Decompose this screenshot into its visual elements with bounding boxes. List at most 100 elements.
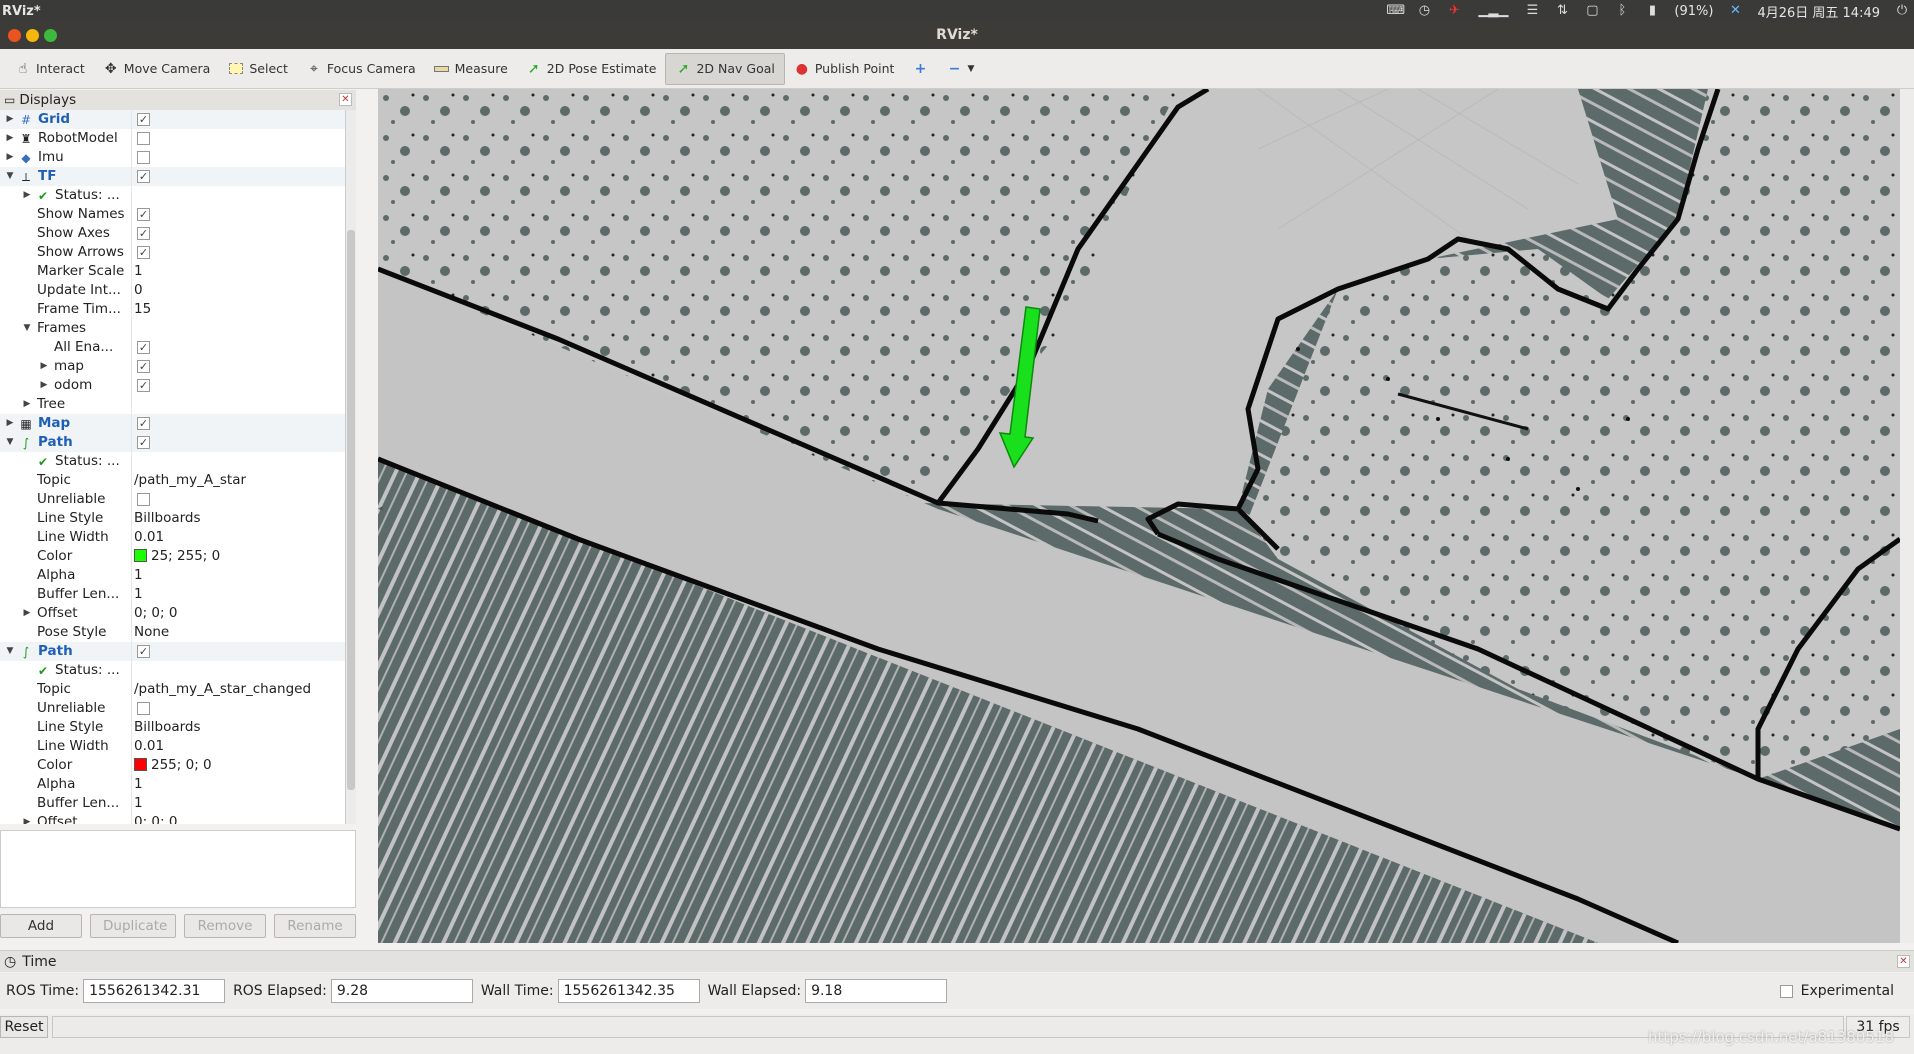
network-icon[interactable]: ⇅ — [1554, 4, 1570, 18]
remove-button[interactable]: Remove — [184, 914, 266, 938]
display-row[interactable]: ▼ ∫ Path ✓ — [0, 433, 345, 452]
duplicate-button[interactable]: Duplicate — [90, 914, 176, 938]
display-row[interactable]: Line Width 0.01 — [0, 528, 345, 547]
display-row[interactable]: ▶ ✔ Status: ... — [0, 186, 345, 205]
display-row[interactable]: Marker Scale 1 — [0, 262, 345, 281]
display-row[interactable]: Pose Style None — [0, 623, 345, 642]
battery-icon[interactable]: ▮ — [1644, 4, 1660, 18]
expand-right-icon[interactable]: ▶ — [21, 604, 33, 623]
tool-publish-point[interactable]: ● Publish Point — [785, 53, 904, 85]
enable-checkbox[interactable]: ✓ — [137, 227, 150, 240]
property-value[interactable]: 25; 255; 0 — [134, 547, 220, 566]
tool-select[interactable]: Select — [219, 53, 297, 85]
display-row[interactable]: Unreliable — [0, 490, 345, 509]
add-button[interactable]: Add — [0, 914, 82, 938]
expand-down-icon[interactable]: ▼ — [4, 642, 16, 661]
display-row[interactable]: ✔ Status: ... — [0, 452, 345, 471]
expand-right-icon[interactable]: ▶ — [21, 395, 33, 414]
display-row[interactable]: Color 25; 255; 0 — [0, 547, 345, 566]
3d-viewport[interactable]: ◂ — [378, 89, 1900, 943]
enable-checkbox[interactable]: ✓ — [137, 645, 150, 658]
display-row[interactable]: ▼ ∫ Path ✓ — [0, 642, 345, 661]
panel-collapse-left-icon[interactable]: ◂ — [378, 504, 386, 514]
right-panel-edge[interactable] — [1900, 89, 1914, 943]
ros-icon[interactable]: ✈ — [1446, 4, 1462, 18]
display-row[interactable]: ▶ Offset 0; 0; 0 — [0, 604, 345, 623]
display-row[interactable]: ▶ ▦ Map ✓ — [0, 414, 345, 433]
enable-checkbox[interactable]: ✓ — [137, 360, 150, 373]
expand-down-icon[interactable]: ▼ — [4, 167, 16, 186]
display-row[interactable]: Show Axes ✓ — [0, 224, 345, 243]
display-row[interactable]: Color 255; 0; 0 — [0, 756, 345, 775]
maximize-window-button[interactable] — [44, 29, 57, 42]
close-icon[interactable]: ✕ — [339, 93, 352, 106]
property-value[interactable]: Billboards — [134, 718, 201, 737]
expand-down-icon[interactable]: ▼ — [4, 433, 16, 452]
tool-measure[interactable]: Measure — [425, 53, 517, 85]
display-row[interactable]: ▶ Offset 0; 0; 0 — [0, 813, 345, 824]
display-row[interactable]: Alpha 1 — [0, 566, 345, 585]
property-value[interactable]: 1 — [134, 262, 143, 281]
property-value[interactable]: 0 — [134, 281, 143, 300]
tool-2d-pose-estimate[interactable]: ➚ 2D Pose Estimate — [517, 53, 666, 85]
display-row[interactable]: Update Int... 0 — [0, 281, 345, 300]
enable-checkbox[interactable]: ✓ — [137, 246, 150, 259]
remove-tool-menu[interactable]: − ▼ — [937, 53, 983, 85]
display-row[interactable]: Alpha 1 — [0, 775, 345, 794]
display-row[interactable]: Buffer Len... 1 — [0, 585, 345, 604]
input-method-icon[interactable]: ☰ — [1524, 4, 1540, 18]
property-value[interactable]: Billboards — [134, 509, 201, 528]
close-icon[interactable]: ✕ — [1897, 955, 1910, 968]
experimental-checkbox[interactable] — [1779, 984, 1793, 998]
property-value[interactable]: /path_my_A_star_changed — [134, 680, 311, 699]
tool-2d-nav-goal[interactable]: ➚ 2D Nav Goal — [665, 52, 785, 85]
display-row[interactable]: ▶ # Grid ✓ — [0, 110, 345, 129]
tool-move-camera[interactable]: ✥ Move Camera — [94, 53, 220, 85]
expand-right-icon[interactable]: ▶ — [21, 813, 33, 824]
display-row[interactable]: ▶ map ✓ — [0, 357, 345, 376]
enable-checkbox[interactable]: ✓ — [137, 113, 150, 126]
expand-right-icon[interactable]: ▶ — [38, 357, 50, 376]
enable-checkbox[interactable]: ✓ — [137, 341, 150, 354]
display-row[interactable]: Topic/path_my_A_star_changed — [0, 680, 345, 699]
display-row[interactable]: ✔ Status: ... — [0, 661, 345, 680]
property-value[interactable]: 1 — [134, 794, 143, 813]
display-row[interactable]: Show Arrows ✓ — [0, 243, 345, 262]
system-monitor-icon[interactable]: ▁▂▁ — [1476, 4, 1510, 18]
display-row[interactable]: ▼ ⟂ TF ✓ — [0, 167, 345, 186]
close-window-button[interactable] — [8, 29, 21, 42]
enable-checkbox[interactable]: ✓ — [137, 208, 150, 221]
expand-right-icon[interactable]: ▶ — [4, 110, 16, 129]
property-value[interactable]: 0.01 — [134, 737, 164, 756]
display-row[interactable]: Unreliable — [0, 699, 345, 718]
display-row[interactable]: ▼ Frames — [0, 319, 345, 338]
display-row[interactable]: Show Names ✓ — [0, 205, 345, 224]
enable-checkbox[interactable] — [137, 151, 150, 164]
display-row[interactable]: Buffer Len... 1 — [0, 794, 345, 813]
scrollbar-thumb[interactable] — [347, 230, 355, 790]
displays-scrollbar[interactable] — [346, 110, 356, 824]
display-icon[interactable]: ▢ — [1584, 4, 1600, 18]
property-value[interactable]: 255; 0; 0 — [134, 756, 212, 775]
keyboard-icon[interactable]: ⌨ — [1386, 4, 1405, 18]
power-icon[interactable]: ⏻ — [1894, 4, 1910, 18]
display-row[interactable]: ▶ Tree — [0, 395, 345, 414]
expand-down-icon[interactable]: ▼ — [21, 319, 33, 338]
display-row[interactable]: ▶ ◆ Imu — [0, 148, 345, 167]
display-row[interactable]: Line Style Billboards — [0, 718, 345, 737]
display-row[interactable]: Frame Tim... 15 — [0, 300, 345, 319]
wall-time-field[interactable]: 1556261342.35 — [557, 979, 700, 1003]
experimental-option[interactable]: Experimental — [1779, 983, 1894, 999]
property-value[interactable]: 0; 0; 0 — [134, 813, 177, 824]
tool-interact[interactable]: ☝ Interact — [6, 53, 94, 85]
enable-checkbox[interactable] — [137, 493, 150, 506]
wall-elapsed-field[interactable]: 9.18 — [805, 979, 948, 1003]
enable-checkbox[interactable]: ✓ — [137, 379, 150, 392]
property-value[interactable]: 1 — [134, 566, 143, 585]
expand-right-icon[interactable]: ▶ — [21, 186, 33, 205]
minimize-window-button[interactable] — [26, 29, 39, 42]
enable-checkbox[interactable]: ✓ — [137, 436, 150, 449]
property-value[interactable]: 0; 0; 0 — [134, 604, 177, 623]
property-value[interactable]: 1 — [134, 585, 143, 604]
property-value[interactable]: 0.01 — [134, 528, 164, 547]
